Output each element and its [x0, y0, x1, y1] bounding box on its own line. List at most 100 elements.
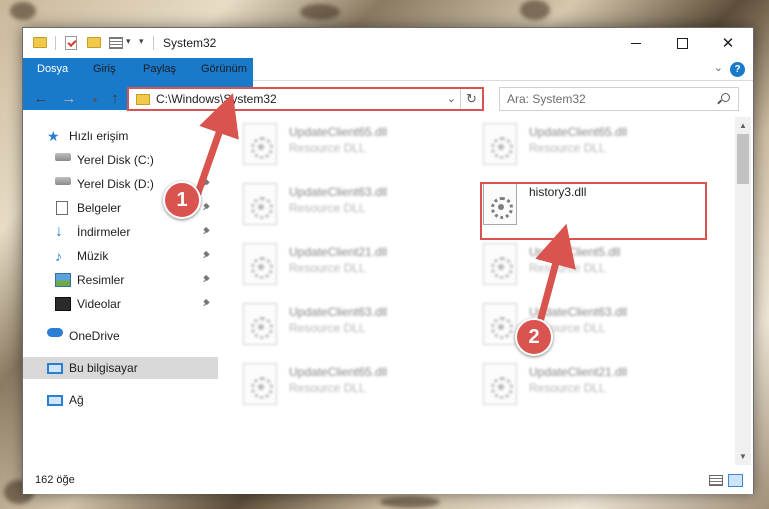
- file-item[interactable]: UpdateClient65.dll Resource DLL: [227, 119, 457, 171]
- status-bar: 162 öğe: [23, 468, 753, 494]
- file-name: UpdateClient63.dll: [289, 185, 388, 199]
- item-count: 162 öğe: [35, 474, 75, 486]
- properties-check-icon[interactable]: [65, 36, 77, 50]
- file-item[interactable]: UpdateClient21.dll Resource DLL: [467, 359, 697, 411]
- pin-icon[interactable]: [203, 300, 211, 308]
- new-folder-icon[interactable]: [87, 37, 101, 48]
- search-placeholder: Ara: System32: [507, 92, 586, 106]
- scroll-up-icon[interactable]: ▲: [735, 117, 751, 134]
- background-spot: [300, 4, 340, 20]
- up-arrow-icon[interactable]: ↑: [107, 90, 123, 108]
- maximize-button[interactable]: [659, 28, 705, 58]
- nav-item-videos[interactable]: Videolar: [23, 293, 218, 315]
- scroll-down-icon[interactable]: ▼: [735, 448, 751, 465]
- pin-icon[interactable]: [203, 228, 211, 236]
- network-icon: [47, 394, 63, 406]
- file-name: UpdateClient63.dll: [529, 305, 628, 319]
- drive-icon: [55, 177, 71, 185]
- music-icon: ♪: [55, 248, 62, 264]
- file-name: UpdateClient65.dll: [529, 125, 628, 139]
- nav-label: OneDrive: [69, 329, 120, 343]
- nav-item-music[interactable]: ♪ Müzik: [23, 245, 218, 267]
- dll-file-icon: [483, 243, 517, 285]
- file-name: UpdateClient63.dll: [289, 305, 388, 319]
- details-view-icon[interactable]: [709, 475, 723, 486]
- highlight-box: [480, 182, 707, 240]
- nav-item-quick-access[interactable]: ★ Hızlı erişim: [23, 125, 218, 147]
- file-item[interactable]: UpdateClient21.dll Resource DLL: [227, 239, 457, 291]
- file-item[interactable]: UpdateClient65.dll Resource DLL: [467, 119, 697, 171]
- recent-locations-chevron-icon[interactable]: ▾: [87, 91, 103, 109]
- customize-icon[interactable]: [109, 37, 123, 49]
- dll-file-icon: [483, 363, 517, 405]
- dll-file-icon: [483, 123, 517, 165]
- minimize-button[interactable]: [613, 28, 659, 58]
- nav-item-downloads[interactable]: ↓ İndirmeler: [23, 221, 218, 243]
- tab-share[interactable]: Paylaş: [135, 58, 184, 81]
- nav-label: Belgeler: [77, 201, 122, 215]
- tiles-view-icon[interactable]: [728, 474, 743, 487]
- step-badge-1: 1: [163, 181, 201, 219]
- nav-label: Videolar: [77, 297, 121, 311]
- expand-ribbon-icon[interactable]: ⌄: [714, 61, 723, 74]
- tab-view[interactable]: Görünüm: [193, 58, 255, 81]
- address-bar[interactable]: C:\Windows\System32 ⌄ ↻: [127, 87, 484, 111]
- scrollbar-thumb[interactable]: [737, 134, 749, 184]
- dll-file-icon: [243, 183, 277, 225]
- nav-item-local-disk-c[interactable]: Yerel Disk (C:): [23, 149, 218, 171]
- vertical-scrollbar[interactable]: ▲ ▼: [735, 117, 751, 465]
- dll-file-icon: [243, 123, 277, 165]
- nav-label: Yerel Disk (D:): [77, 177, 154, 191]
- address-row: ← → ▾ ↑ C:\Windows\System32 ⌄ ↻ Ara: Sys…: [23, 82, 753, 116]
- pin-icon[interactable]: [203, 252, 211, 260]
- address-path[interactable]: C:\Windows\System32: [156, 92, 277, 106]
- drive-icon: [55, 153, 71, 161]
- onedrive-icon: [47, 328, 63, 337]
- quick-access-toolbar-menu-icon[interactable]: ▾: [139, 36, 144, 52]
- nav-item-this-pc[interactable]: Bu bilgisayar: [23, 357, 218, 379]
- file-item[interactable]: UpdateClient63.dll Resource DLL: [227, 299, 457, 351]
- nav-item-onedrive[interactable]: OneDrive: [23, 325, 218, 347]
- quick-access-dropdown-icon[interactable]: ▾: [126, 36, 131, 52]
- nav-label: Yerel Disk (C:): [77, 153, 154, 167]
- address-dropdown-icon[interactable]: ⌄: [447, 92, 456, 105]
- file-list: UpdateClient65.dll Resource DLL UpdateCl…: [227, 117, 735, 465]
- file-description: Resource DLL: [289, 381, 366, 395]
- file-item[interactable]: UpdateClient5.dll Resource DLL: [467, 239, 697, 291]
- folder-icon: [33, 37, 47, 48]
- refresh-icon[interactable]: ↻: [460, 89, 482, 109]
- dll-file-icon: [243, 303, 277, 345]
- dll-file-icon: [243, 363, 277, 405]
- pin-icon[interactable]: [203, 180, 211, 188]
- help-icon[interactable]: ?: [730, 62, 745, 77]
- nav-label: Resimler: [77, 273, 125, 287]
- pin-icon[interactable]: [203, 276, 211, 284]
- file-description: Resource DLL: [289, 201, 366, 215]
- file-item[interactable]: UpdateClient63.dll Resource DLL: [227, 179, 457, 231]
- nav-label: Hızlı erişim: [69, 129, 129, 143]
- this-pc-icon: [47, 362, 63, 374]
- file-description: Resource DLL: [529, 261, 606, 275]
- file-description: Resource DLL: [289, 321, 366, 335]
- search-input[interactable]: Ara: System32: [499, 87, 739, 111]
- background-spot: [380, 496, 440, 508]
- videos-icon: [55, 297, 71, 311]
- nav-item-network[interactable]: Ağ: [23, 389, 218, 411]
- pin-icon[interactable]: [203, 204, 211, 212]
- nav-label: İndirmeler: [77, 225, 131, 239]
- file-item[interactable]: UpdateClient65.dll Resource DLL: [227, 359, 457, 411]
- dll-file-icon: [243, 243, 277, 285]
- downloads-icon: ↓: [55, 223, 63, 240]
- back-arrow-icon[interactable]: ←: [33, 90, 49, 108]
- nav-item-pictures[interactable]: Resimler: [23, 269, 218, 291]
- search-icon[interactable]: [721, 93, 730, 102]
- file-description: Resource DLL: [289, 141, 366, 155]
- file-name: UpdateClient5.dll: [529, 245, 621, 259]
- nav-label: Bu bilgisayar: [69, 361, 138, 375]
- explorer-window: ▾ ▾ System32 ✕ Dosya Giriş Paylaş Görünü…: [22, 27, 754, 494]
- forward-arrow-icon[interactable]: →: [61, 90, 77, 108]
- file-item[interactable]: UpdateClient63.dll Resource DLL: [467, 299, 697, 351]
- documents-icon: [56, 201, 68, 215]
- tab-home[interactable]: Giriş: [85, 58, 124, 81]
- close-button[interactable]: ✕: [705, 28, 751, 58]
